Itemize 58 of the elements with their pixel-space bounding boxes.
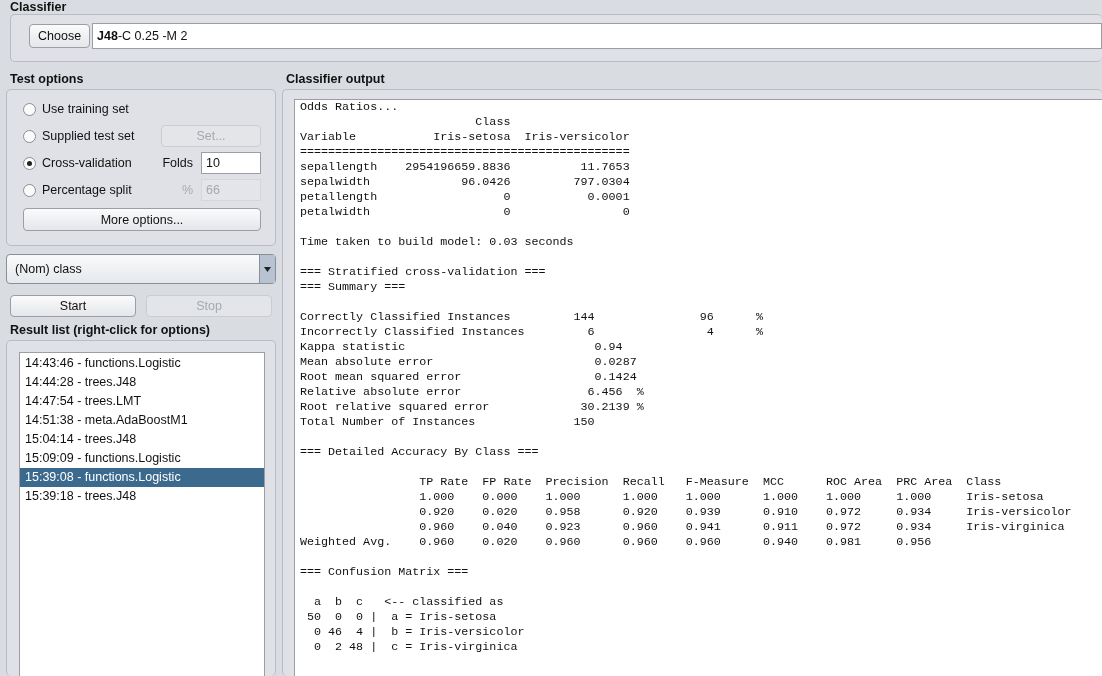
output-line: Class <box>474 115 512 130</box>
input-field[interactable]: 10 <box>201 152 261 174</box>
class-dropdown[interactable]: (Nom) class <box>6 254 276 284</box>
section-heading: Classifier <box>9 0 68 14</box>
radio-button[interactable] <box>23 102 36 116</box>
output-line: a b c <-- classified as <box>313 595 505 610</box>
result-list-item[interactable]: 15:09:09 - functions.Logistic <box>20 449 264 468</box>
section-heading: Result list (right-click for options) <box>9 323 211 337</box>
classifier-field[interactable]: J48-C 0.25 -M 2 <box>92 23 1102 49</box>
output-line: Weighted Avg. 0.960 0.020 0.960 0.960 0.960 0.940 0.981 0.956 <box>300 535 933 550</box>
output-line: petallength 0 0.0001 <box>300 190 631 205</box>
radio-label: Use training set <box>42 102 130 116</box>
output-line: Incorrectly Classified Instances 6 4 % <box>300 325 764 340</box>
output-line: Root relative squared error 30.2139 % <box>300 400 645 415</box>
output-line: petalwidth 0 0 <box>300 205 631 220</box>
output-line: sepallength 2954196659.8836 11.7653 <box>300 160 631 175</box>
output-line: Root mean squared error 0.1424 <box>300 370 638 385</box>
output-line: Kappa statistic 0.94 <box>300 340 624 355</box>
output-line: Variable Iris-setosa Iris-versicolor <box>300 130 631 145</box>
output-line: Total Number of Instances 150 <box>300 415 596 430</box>
output-line: sepalwidth 96.0426 797.0304 <box>300 175 631 190</box>
result-list-item[interactable]: 15:39:08 - functions.Logistic <box>20 468 264 487</box>
output-line: =============================================== <box>300 145 631 160</box>
radio-label: Supplied test set <box>42 129 136 143</box>
start-button[interactable]: Start <box>10 295 136 317</box>
result-list-item[interactable]: 14:44:28 - trees.J48 <box>20 373 264 392</box>
field-label: % <box>181 183 193 197</box>
result-list-item[interactable]: 14:47:54 - trees.LMT <box>20 392 264 411</box>
output-line: TP Rate FP Rate Precision Recall F-Measure MCC ROC Area PRC Area Class <box>418 475 1003 490</box>
result-list-item[interactable]: 15:04:14 - trees.J48 <box>20 430 264 449</box>
output-line: === Summary === <box>300 280 407 295</box>
result-list-item[interactable]: 15:39:18 - trees.J48 <box>20 487 264 506</box>
output-line: 0.920 0.020 0.958 0.920 0.939 0.910 0.972 0.934 Iris-versicolor <box>418 505 1073 520</box>
caret-down-icon <box>264 266 271 272</box>
radio-button[interactable] <box>23 156 36 170</box>
output-line: Correctly Classified Instances 144 96 % <box>300 310 764 325</box>
choose-button[interactable]: Choose <box>29 24 91 48</box>
output-line: 0 2 48 | c = Iris-virginica <box>313 640 519 655</box>
more-options-button[interactable]: More options... <box>23 208 261 231</box>
output-line: === Stratified cross-validation === <box>300 265 547 280</box>
output-line: Time taken to build model: 0.03 seconds <box>300 235 575 250</box>
output-line: 0.960 0.040 0.923 0.960 0.941 0.911 0.972 0.934 Iris-virginica <box>418 520 1066 535</box>
output-line: === Detailed Accuracy By Class === <box>300 445 540 460</box>
output-line: Relative absolute error 6.456 % <box>300 385 645 400</box>
result-list-item[interactable]: 14:43:46 - functions.Logistic <box>20 354 264 373</box>
output-line: 1.000 0.000 1.000 1.000 1.000 1.000 1.000 1.000 Iris-setosa <box>418 490 1045 505</box>
output-line: Odds Ratios... <box>300 100 400 115</box>
result-list-item[interactable]: 14:51:38 - meta.AdaBoostM1 <box>20 411 264 430</box>
radio-label: Cross-validation <box>42 156 133 170</box>
radio-label: Percentage split <box>42 183 133 197</box>
dropdown-value: (Nom) class <box>15 262 82 276</box>
field-label: Folds <box>162 156 193 170</box>
section-heading: Test options <box>9 72 85 86</box>
output-line: 0 46 4 | b = Iris-versicolor <box>313 625 526 640</box>
output-line: 50 0 0 | a = Iris-setosa <box>306 610 498 625</box>
output-line: === Confusion Matrix === <box>300 565 470 580</box>
section-heading: Classifier output <box>285 72 386 86</box>
output-line: Mean absolute error 0.0287 <box>300 355 638 370</box>
